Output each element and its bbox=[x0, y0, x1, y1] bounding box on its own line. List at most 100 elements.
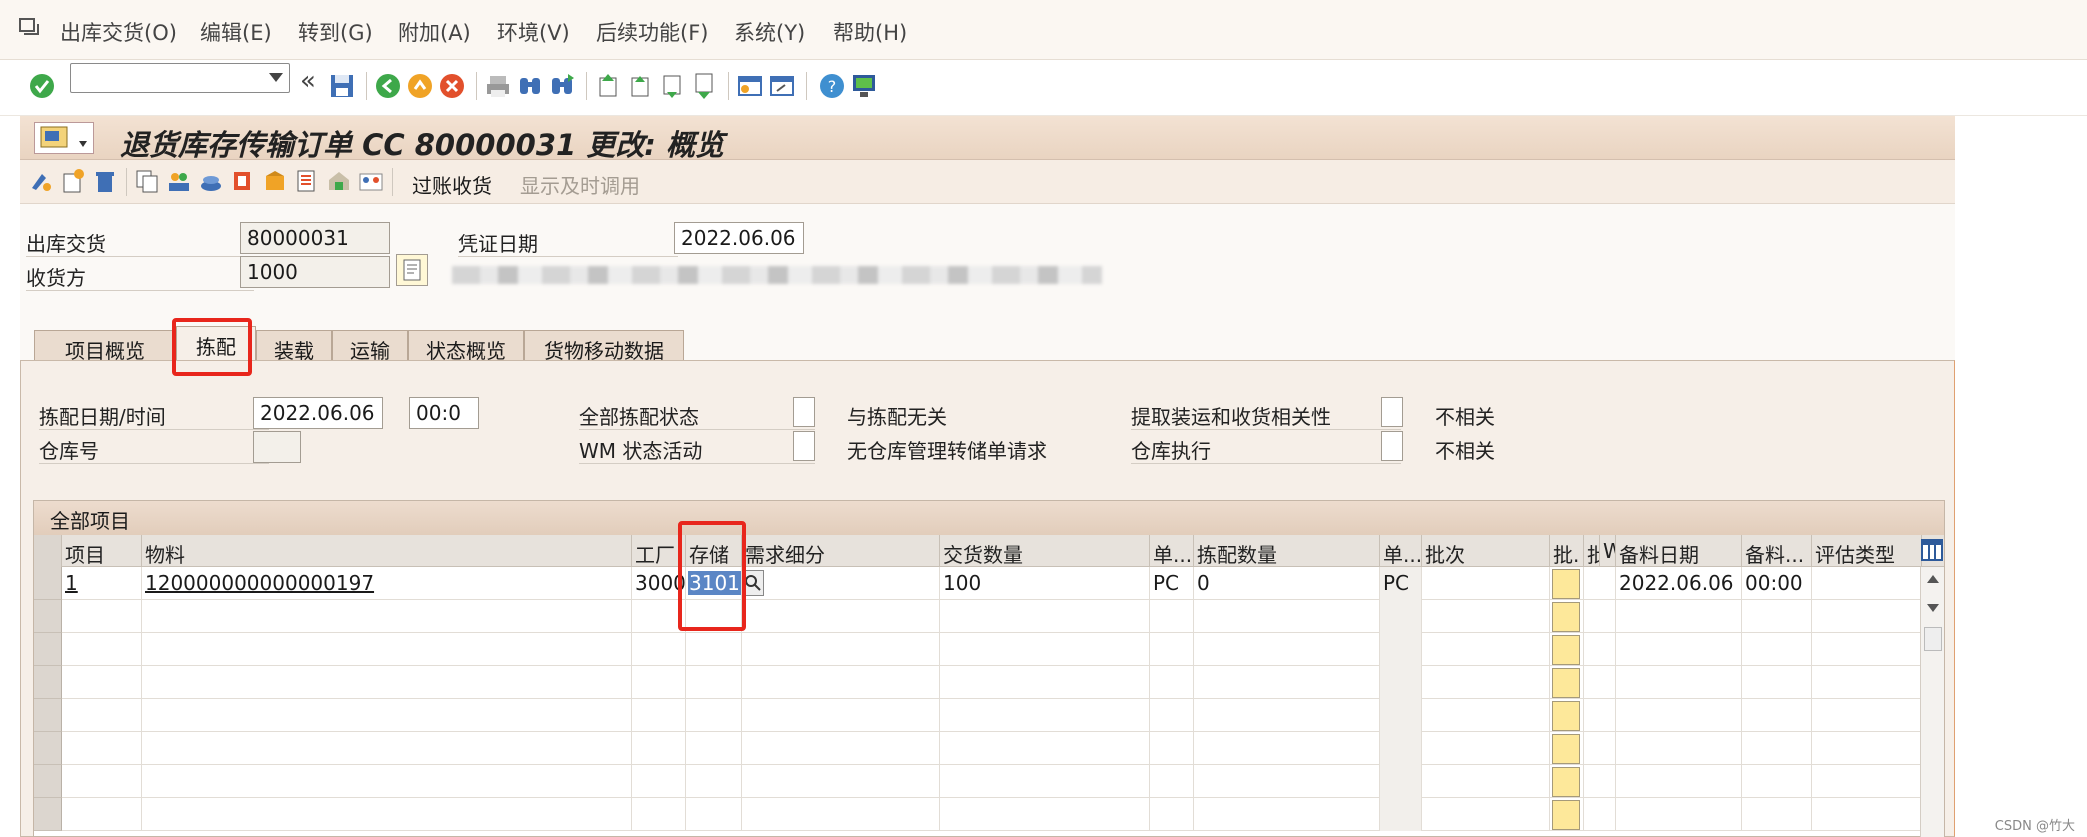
display-change-toggle-icon[interactable] bbox=[28, 168, 54, 194]
batch-split-indicator[interactable] bbox=[1552, 701, 1580, 731]
document-date-field[interactable]: 2022.06.06 bbox=[674, 222, 804, 254]
plant-cell[interactable] bbox=[632, 699, 686, 732]
unit-cell[interactable] bbox=[1150, 699, 1194, 732]
menu-edit[interactable]: 编辑(E) bbox=[200, 17, 272, 47]
handling-unit-icon[interactable] bbox=[262, 168, 288, 194]
col-item[interactable]: 项目 bbox=[62, 535, 142, 567]
pick-qty-cell[interactable] bbox=[1194, 798, 1380, 831]
tab-item-overview[interactable]: 项目概览 bbox=[34, 330, 176, 363]
storage-location-cell[interactable] bbox=[686, 798, 742, 831]
staging-time-cell[interactable] bbox=[1742, 798, 1812, 831]
item-cell[interactable] bbox=[62, 699, 142, 732]
delivery-qty-cell[interactable] bbox=[940, 666, 1150, 699]
plant-cell[interactable] bbox=[632, 798, 686, 831]
requirement-segment-cell[interactable] bbox=[742, 699, 940, 732]
material-cell[interactable] bbox=[142, 633, 632, 666]
warehouse-no-field[interactable] bbox=[253, 431, 301, 463]
copy-doc-icon[interactable] bbox=[134, 168, 160, 194]
unit-cell[interactable]: PC bbox=[1150, 567, 1194, 600]
col-material[interactable]: 物料 bbox=[142, 535, 632, 567]
command-field[interactable] bbox=[70, 63, 290, 93]
row-selector[interactable] bbox=[34, 765, 62, 798]
requirement-segment-cell[interactable] bbox=[742, 732, 940, 765]
col-batch-split[interactable]: 批. bbox=[1550, 535, 1584, 567]
exit-icon[interactable] bbox=[406, 72, 434, 100]
print-icon[interactable] bbox=[484, 72, 512, 100]
menu-window-icon[interactable] bbox=[18, 16, 40, 38]
post-goods-receipt-button[interactable]: 过账收货 bbox=[412, 170, 492, 199]
staging-date-cell[interactable] bbox=[1616, 666, 1742, 699]
plant-cell[interactable] bbox=[632, 765, 686, 798]
col-wm[interactable]: W bbox=[1600, 535, 1616, 567]
staging-time-cell[interactable] bbox=[1742, 699, 1812, 732]
scroll-up-icon[interactable] bbox=[1921, 567, 1945, 591]
batch-split-indicator[interactable] bbox=[1552, 602, 1580, 632]
delivery-qty-cell[interactable] bbox=[940, 732, 1150, 765]
batch-cell[interactable] bbox=[1422, 798, 1550, 831]
col-valuation-type[interactable]: 评估类型 bbox=[1812, 535, 1922, 567]
col-staging-date[interactable]: 备料日期 bbox=[1616, 535, 1742, 567]
show-timing-button[interactable]: 显示及时调用 bbox=[520, 170, 640, 199]
material-cell[interactable] bbox=[142, 666, 632, 699]
plant-cell[interactable] bbox=[632, 633, 686, 666]
shortcut-icon[interactable] bbox=[768, 72, 796, 100]
batch-cell[interactable] bbox=[1422, 567, 1550, 600]
batch-cell[interactable] bbox=[1422, 765, 1550, 798]
col-batch-flag[interactable]: 批 bbox=[1584, 535, 1600, 567]
previous-page-icon[interactable] bbox=[626, 72, 654, 100]
col-requirement-segment[interactable]: 需求细分 bbox=[742, 535, 940, 567]
batch-split-indicator[interactable] bbox=[1552, 668, 1580, 698]
next-page-icon[interactable] bbox=[658, 72, 686, 100]
pick-qty-cell[interactable] bbox=[1194, 633, 1380, 666]
delivery-qty-cell[interactable] bbox=[940, 699, 1150, 732]
back-icon[interactable] bbox=[374, 72, 402, 100]
menu-system[interactable]: 系统(Y) bbox=[734, 17, 805, 47]
valuation-type-cell[interactable] bbox=[1812, 765, 1922, 798]
tab-loading[interactable]: 装载 bbox=[256, 330, 332, 363]
batch-split-indicator[interactable] bbox=[1552, 800, 1580, 830]
row-selector[interactable] bbox=[34, 798, 62, 831]
pick-qty-cell[interactable] bbox=[1194, 765, 1380, 798]
item-number-link[interactable]: 1 bbox=[62, 567, 142, 600]
plant-cell[interactable] bbox=[632, 666, 686, 699]
pick-qty-cell[interactable] bbox=[1194, 699, 1380, 732]
pick-date-field[interactable]: 2022.06.06 bbox=[253, 397, 383, 429]
staging-date-cell[interactable] bbox=[1616, 699, 1742, 732]
tab-transport[interactable]: 运输 bbox=[332, 330, 408, 363]
plant-cell[interactable] bbox=[632, 732, 686, 765]
confirm-check-icon[interactable] bbox=[28, 72, 56, 100]
batch-cell[interactable] bbox=[1422, 732, 1550, 765]
delete-icon[interactable] bbox=[92, 168, 118, 194]
storage-location-cell[interactable] bbox=[686, 732, 742, 765]
requirement-segment-cell[interactable] bbox=[742, 765, 940, 798]
overall-pick-status-field[interactable] bbox=[793, 397, 815, 427]
valuation-type-cell[interactable] bbox=[1812, 633, 1922, 666]
item-cell[interactable] bbox=[62, 600, 142, 633]
cancel-icon[interactable] bbox=[438, 72, 466, 100]
row-selector[interactable] bbox=[34, 600, 62, 633]
item-cell[interactable] bbox=[62, 765, 142, 798]
collapse-glyph[interactable]: « bbox=[300, 66, 316, 96]
new-session-icon[interactable] bbox=[736, 72, 764, 100]
valuation-type-cell[interactable] bbox=[1812, 600, 1922, 633]
requirement-segment-cell[interactable] bbox=[742, 600, 940, 633]
unit-cell[interactable] bbox=[1150, 732, 1194, 765]
unit-cell[interactable] bbox=[1150, 633, 1194, 666]
requirement-segment-cell[interactable] bbox=[742, 798, 940, 831]
row-selector[interactable] bbox=[34, 666, 62, 699]
unit-cell[interactable] bbox=[1150, 765, 1194, 798]
staging-time-cell[interactable] bbox=[1742, 633, 1812, 666]
row-selector[interactable] bbox=[34, 567, 62, 600]
tab-status-overview[interactable]: 状态概览 bbox=[408, 330, 524, 363]
col-unit-2[interactable]: 单... bbox=[1380, 535, 1422, 567]
batch-split-indicator[interactable] bbox=[1552, 767, 1580, 797]
delivery-qty-cell[interactable] bbox=[940, 600, 1150, 633]
staging-date-cell[interactable]: 2022.06.06 bbox=[1616, 567, 1742, 600]
menu-outbound-delivery[interactable]: 出库交货(O) bbox=[60, 17, 177, 47]
delivery-qty-cell[interactable]: 100 bbox=[940, 567, 1150, 600]
menu-extras[interactable]: 附加(A) bbox=[398, 17, 471, 47]
delivery-qty-cell[interactable] bbox=[940, 633, 1150, 666]
warehouse-icon[interactable] bbox=[326, 168, 352, 194]
create-icon[interactable] bbox=[60, 168, 86, 194]
staging-date-cell[interactable] bbox=[1616, 765, 1742, 798]
